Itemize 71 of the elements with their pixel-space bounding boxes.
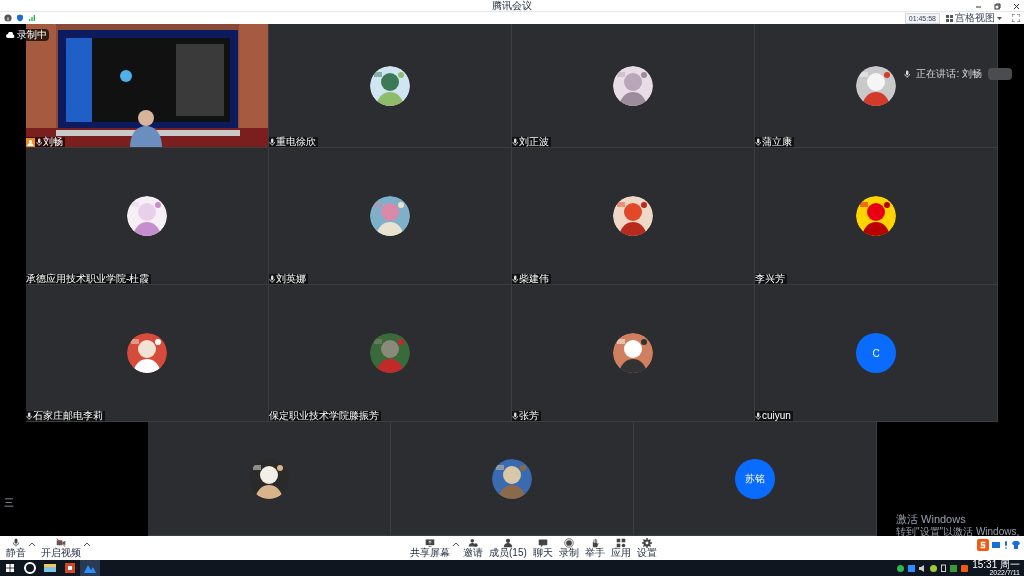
cloud-icon [6,32,15,38]
signal-icon [28,14,36,22]
battery-icon[interactable] [941,564,947,572]
record-icon [563,538,574,548]
shirt-icon[interactable] [1012,541,1020,549]
person-icon [502,538,513,548]
participant-name: 刘畅 [43,137,63,147]
video-tile[interactable]: 张芳 [512,285,755,422]
activation-subtitle: 转到"设置"以激活 Windows。 [896,527,1024,537]
active-app-button[interactable] [80,560,100,576]
taskbar-time: 15:31 周一 [972,560,1020,569]
video-tile[interactable]: 苏铭 [633,422,877,536]
speaker-thumbnail[interactable] [988,68,1012,80]
participant-name: 李兴芳 [755,274,785,284]
video-tile[interactable]: 保定职业技术学院滕振芳 [269,285,512,422]
camera-off-icon [56,538,66,548]
toolbar-button[interactable]: 静音 [4,538,28,558]
toolbar-button[interactable]: 聊天 [530,538,555,558]
participant-name: 承德应用技术职业学院-杜霞 [26,274,150,284]
apps-icon [615,538,626,548]
caret-icon [997,15,1002,21]
activation-title: 激活 Windows [896,514,967,525]
video-tile[interactable] [147,422,391,536]
app-icon[interactable] [930,564,938,572]
participant-name: 柴建伟 [519,274,549,284]
chat-bubble-icon [537,538,548,548]
participant-name: 刘英娜 [276,274,306,284]
grid-icon [946,14,953,22]
fullscreen-icon[interactable] [1012,14,1020,22]
video-tile[interactable]: 承德应用技术职业学院-杜霞 [26,148,269,285]
windows-icon [6,564,14,572]
video-tile[interactable]: C cuiyun [755,285,998,422]
participant-name: 蒲立康 [762,137,792,147]
video-tile[interactable] [390,422,634,536]
input-method-icon[interactable] [961,564,969,572]
close-icon[interactable] [1013,2,1020,10]
window-title: 腾讯会议 [492,0,532,11]
participant-name: 张芳 [519,411,539,421]
toolbar-button[interactable]: 举手 [582,538,607,558]
info-icon[interactable] [4,14,12,22]
video-tile[interactable]: 李兴芳 [755,148,998,285]
caret-icon[interactable] [29,542,35,546]
participant-name: 保定职业技术学院滕振芳 [269,411,379,421]
participant-name: 刘正波 [519,137,549,147]
toolbar-button[interactable]: 设置 [634,538,659,558]
toolbar-button[interactable]: 录制 [556,538,581,558]
toolbar-button[interactable]: 邀请 [461,538,485,558]
toolbar-button[interactable]: 开启视频 [39,538,83,558]
meeting-app-icon [84,563,96,573]
caret-icon[interactable] [453,542,459,546]
participant-name: cuiyun [762,411,791,421]
video-tile[interactable]: 柴建伟 [512,148,755,285]
video-tile[interactable]: 石家庄邮电李莉 [26,285,269,422]
toolbar-button[interactable]: 成员(15) [487,538,529,558]
add-person-icon [468,538,478,548]
participant-name: 石家庄邮电李莉 [33,411,103,421]
caret-icon[interactable] [84,542,90,546]
video-tile[interactable]: 刘正波 [512,24,755,148]
keyboard-icon[interactable] [992,541,1000,549]
participant-name: 重电徐欣 [276,137,316,147]
side-menu-label: 三 [4,498,14,508]
microphone-icon [11,538,21,548]
restore-icon[interactable] [994,2,1001,10]
toolbar-button[interactable]: 应用 [608,538,633,558]
speaker-icon[interactable] [919,564,927,572]
toolbar-button[interactable]: 共享屏幕 [408,538,452,558]
input-method-icon[interactable] [977,539,989,551]
video-tile[interactable]: 刘英娜 [269,148,512,285]
speaking-indicator: 正在讲话: 刘畅 [916,69,982,79]
grid-view-button[interactable]: 宫格视图 [944,13,1004,23]
video-tile[interactable]: 重电徐欣 [269,24,512,148]
